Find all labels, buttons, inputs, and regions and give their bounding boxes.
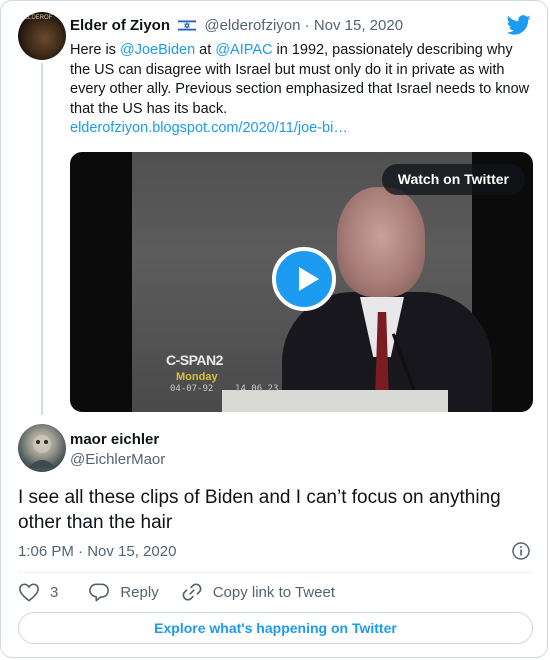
reply-text: I see all these clips of Biden and I can… — [18, 487, 501, 533]
reply-label: Reply — [120, 583, 159, 601]
timestamp-overlay: 04-07-92 14 06 23 — [170, 384, 279, 394]
quoted-author-handle[interactable]: @elderofziyon — [204, 17, 300, 34]
explore-twitter-button[interactable]: Explore what's happening on Twitter — [18, 612, 533, 644]
reply-icon — [88, 582, 110, 602]
reply-author-avatar[interactable] — [18, 424, 66, 472]
israel-flag-icon — [177, 18, 197, 36]
article-link[interactable]: elderofziyon.blogspot.com/2020/11/joe-bi… — [70, 120, 348, 136]
copy-link-label: Copy link to Tweet — [212, 583, 335, 601]
tweet-embed-card: ELDEROF Elder of Ziyon @elderofziyon · N… — [0, 0, 548, 658]
reply-timestamp[interactable]: 1:06 PM · Nov 15, 2020 — [18, 543, 176, 560]
quoted-tweet-text: Here is @JoeBiden at @AIPAC in 1992, pas… — [70, 41, 536, 139]
quoted-author-name[interactable]: Elder of Ziyon — [70, 17, 170, 34]
copy-link-action[interactable]: Copy link to Tweet — [181, 582, 335, 602]
network-overlay: C-SPAN2 — [166, 352, 223, 368]
play-button[interactable] — [272, 247, 336, 311]
link-icon — [181, 582, 203, 602]
mention-joebiden[interactable]: @JoeBiden — [120, 42, 195, 58]
watch-on-twitter-button[interactable]: Watch on Twitter — [381, 164, 525, 195]
quoted-author-avatar[interactable]: ELDEROF — [18, 12, 66, 60]
play-icon — [299, 267, 319, 291]
quoted-tweet-header: Elder of Ziyon @elderofziyon · Nov 15, 2… — [70, 17, 403, 36]
reply-author-handle[interactable]: @EichlerMaor — [70, 451, 165, 468]
info-icon[interactable] — [511, 541, 531, 566]
thread-line — [41, 63, 43, 415]
twitter-bird-icon[interactable] — [506, 15, 531, 40]
header-separator: · — [304, 17, 310, 34]
day-overlay: Monday — [176, 371, 218, 383]
video-player[interactable]: C-SPAN2 Monday 04-07-92 14 06 23 Watch o… — [70, 152, 533, 412]
heart-icon — [18, 582, 40, 602]
quoted-text-part: at — [195, 42, 216, 58]
mention-aipac[interactable]: @AIPAC — [215, 42, 272, 58]
quoted-text-part: Here is — [70, 42, 120, 58]
reply-action[interactable]: Reply — [88, 582, 159, 602]
avatar-logo-text: ELDEROF — [24, 15, 53, 21]
quoted-tweet-date[interactable]: Nov 15, 2020 — [314, 17, 403, 34]
divider — [18, 572, 533, 573]
like-action[interactable]: 3 — [18, 582, 58, 602]
reply-author-name[interactable]: maor eichler — [70, 431, 159, 448]
like-count: 3 — [50, 583, 59, 601]
action-bar: 3 Reply Copy link to Tweet — [18, 581, 335, 603]
speaker-head — [337, 187, 425, 297]
